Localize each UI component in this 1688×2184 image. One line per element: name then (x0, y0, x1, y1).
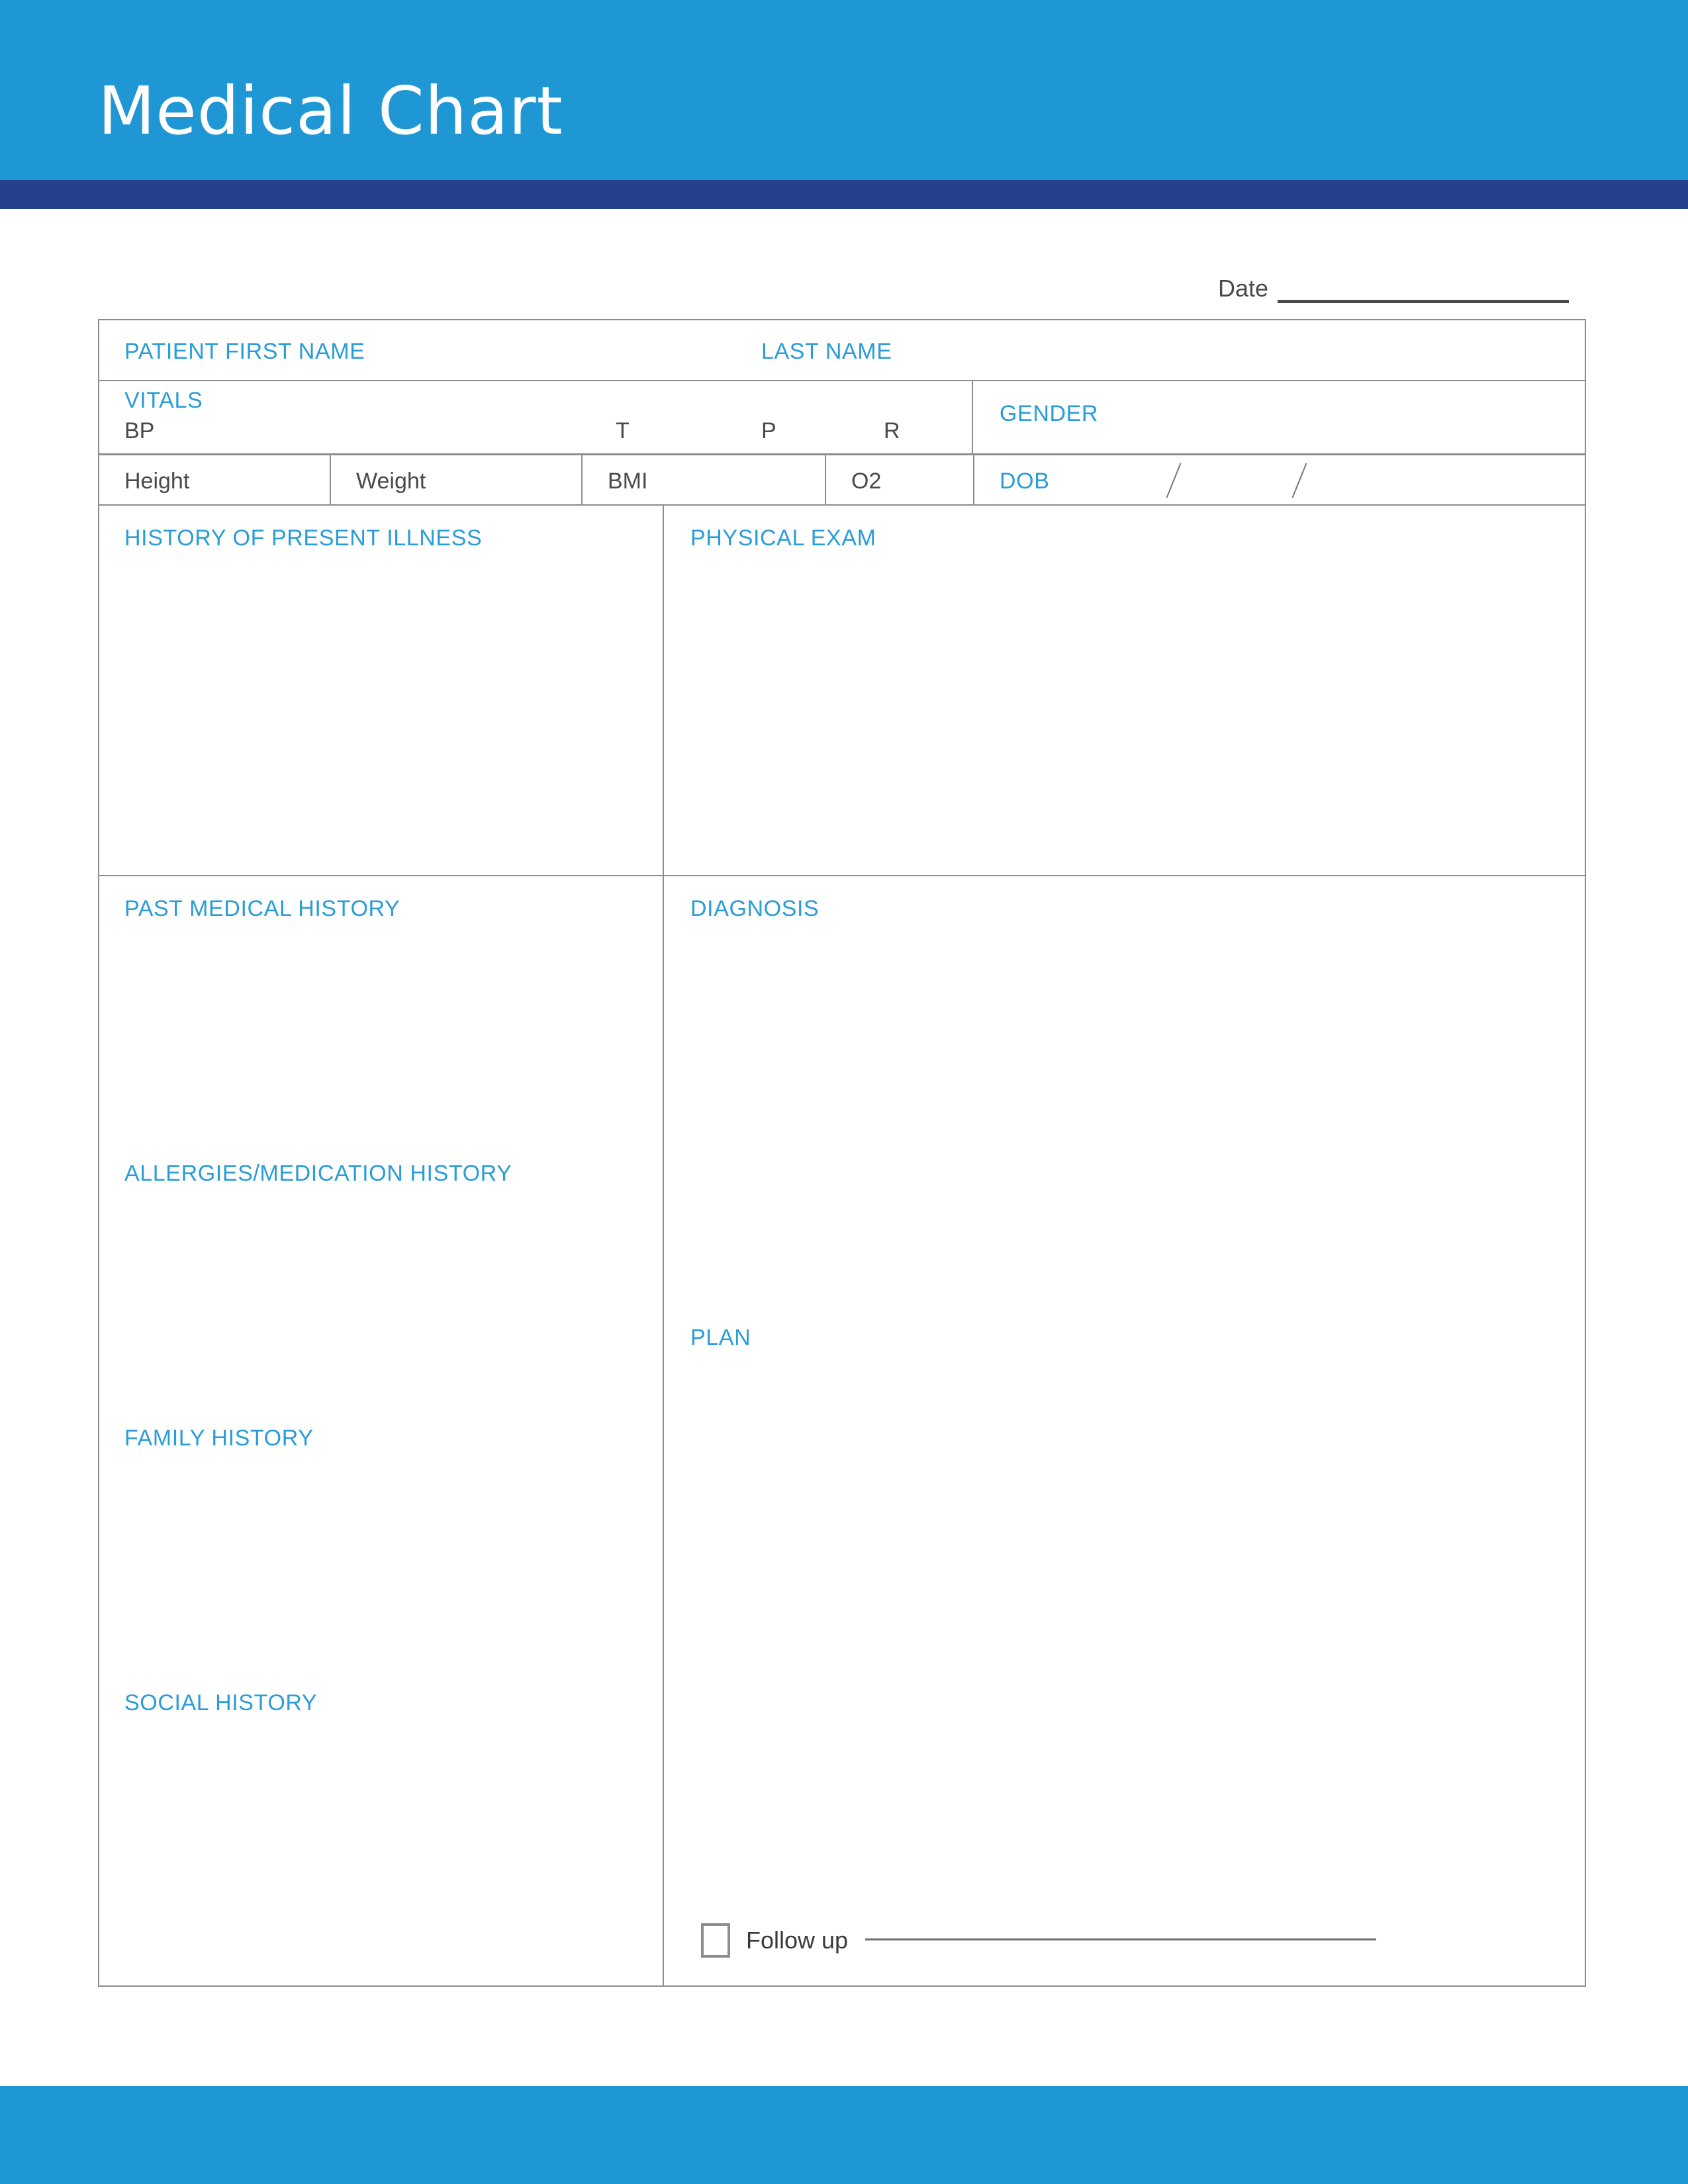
dob-label: DOB (1000, 469, 1050, 494)
row-measurements: Height Weight BMI O2 DOB (99, 455, 1585, 506)
row-hpi-physical-exam: HISTORY OF PRESENT ILLNESS PHYSICAL EXAM (99, 506, 1585, 876)
cell-o2[interactable]: O2 (826, 455, 974, 504)
patient-first-name-label: PATIENT FIRST NAME (124, 339, 365, 364)
pulse-label: P (761, 418, 776, 443)
diagnosis-label: DIAGNOSIS (690, 896, 820, 921)
allergies-medication-history-label: ALLERGIES/MEDICATION HISTORY (124, 1161, 512, 1186)
follow-up-checkbox[interactable] (701, 1923, 730, 1958)
cell-vitals[interactable]: VITALS BP T P R (99, 381, 973, 453)
weight-label: Weight (356, 469, 426, 494)
height-label: Height (124, 469, 190, 494)
family-history-label: FAMILY HISTORY (124, 1426, 314, 1451)
dob-slash-two-icon (1291, 463, 1307, 498)
cell-left-histories[interactable]: PAST MEDICAL HISTORY ALLERGIES/MEDICATIO… (99, 876, 664, 1985)
cell-bmi[interactable]: BMI (583, 455, 826, 504)
dob-slash-one-icon (1166, 463, 1182, 498)
date-input-line[interactable] (1278, 299, 1569, 303)
cell-physical-exam[interactable]: PHYSICAL EXAM (665, 506, 1587, 875)
bp-label: BP (124, 418, 155, 443)
page-header-band: Medical Chart (0, 0, 1688, 180)
social-history-label: SOCIAL HISTORY (124, 1690, 318, 1715)
header-accent-rule (0, 180, 1688, 209)
follow-up-input-line[interactable] (865, 1938, 1376, 1940)
cell-height[interactable]: Height (99, 455, 331, 504)
cell-history-present-illness[interactable]: HISTORY OF PRESENT ILLNESS (99, 506, 664, 875)
cell-diagnosis-plan[interactable]: DIAGNOSIS PLAN Follow up (665, 876, 1587, 1985)
o2-label: O2 (851, 469, 882, 494)
cell-weight[interactable]: Weight (331, 455, 583, 504)
physical-exam-label: PHYSICAL EXAM (690, 525, 876, 551)
page-title: Medical Chart (98, 72, 563, 150)
row-patient-name: PATIENT FIRST NAME LAST NAME (99, 320, 1585, 381)
row-vitals: VITALS BP T P R GENDER (99, 381, 1585, 455)
row-histories-diagnosis-plan: PAST MEDICAL HISTORY ALLERGIES/MEDICATIO… (99, 876, 1585, 1985)
cell-gender[interactable]: GENDER (974, 381, 1587, 453)
cell-patient-names[interactable]: PATIENT FIRST NAME LAST NAME (99, 320, 1585, 380)
follow-up-label: Follow up (746, 1927, 849, 1954)
date-field-group: Date (1218, 270, 1569, 303)
date-label: Date (1218, 275, 1269, 302)
history-present-illness-label: HISTORY OF PRESENT ILLNESS (124, 525, 483, 551)
past-medical-history-label: PAST MEDICAL HISTORY (124, 896, 400, 921)
page-footer-band (0, 2086, 1688, 2184)
cell-dob[interactable]: DOB (974, 455, 1587, 504)
respiration-label: R (884, 418, 900, 443)
bmi-label: BMI (608, 469, 648, 494)
plan-label: PLAN (690, 1325, 751, 1350)
patient-last-name-label: LAST NAME (761, 339, 892, 364)
gender-label: GENDER (1000, 401, 1099, 426)
temperature-label: T (616, 418, 630, 443)
vitals-label: VITALS (124, 388, 203, 413)
follow-up-group: Follow up (701, 1923, 1376, 1958)
medical-chart-table: PATIENT FIRST NAME LAST NAME VITALS BP T… (98, 319, 1586, 1987)
